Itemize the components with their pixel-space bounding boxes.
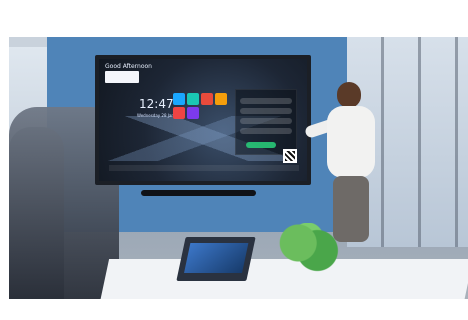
display-screen: Good Afternoon 12:47 Wednesday 28 Januar…	[99, 59, 307, 181]
office-icon	[173, 107, 185, 119]
join-button	[246, 142, 276, 148]
panel-line	[240, 108, 292, 114]
laptop	[176, 237, 256, 281]
presenter	[303, 82, 385, 242]
image-frame: Good Afternoon 12:47 Wednesday 28 Januar…	[0, 0, 468, 320]
panel-line	[240, 98, 292, 104]
photo: Good Afternoon 12:47 Wednesday 28 Januar…	[9, 37, 468, 299]
qr-code	[283, 149, 297, 163]
onedrive-icon	[187, 107, 199, 119]
app-grid	[173, 93, 227, 129]
screen-header: Good Afternoon	[105, 63, 152, 70]
soundbar	[141, 190, 256, 196]
clock-time: 12:47	[139, 97, 174, 111]
presenter-head	[337, 82, 361, 108]
panel-line	[240, 128, 292, 134]
powerpoint-icon	[215, 93, 227, 105]
bottom-bar	[109, 165, 299, 171]
teams-icon	[187, 93, 199, 105]
right-panel	[235, 89, 297, 155]
stop-icon	[201, 93, 213, 105]
plant	[279, 223, 343, 273]
presenter-sweater	[327, 106, 375, 178]
skype-icon	[173, 93, 185, 105]
display-monitor: Good Afternoon 12:47 Wednesday 28 Januar…	[95, 55, 311, 185]
panel-line	[240, 118, 292, 124]
notification-card	[105, 71, 139, 83]
